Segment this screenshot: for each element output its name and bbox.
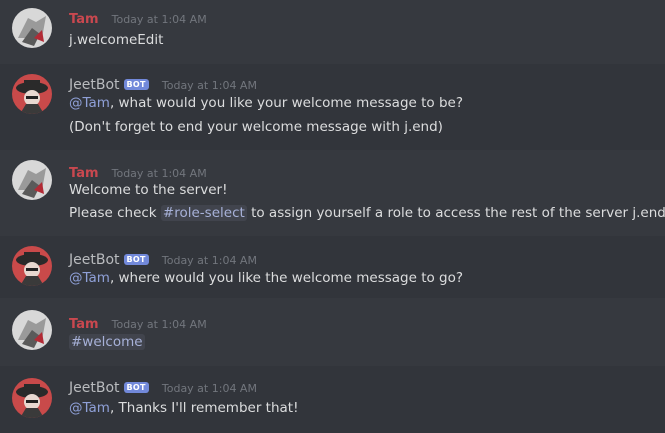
message-tam-3: Tam Today at 1:04 AM #welcome <box>0 298 665 366</box>
message-jeetbot-3: JeetBot BOT Today at 1:04 AM @Tam, Thanks… <box>0 366 665 433</box>
tam-avatar-icon[interactable] <box>12 310 52 350</box>
user-mention[interactable]: @Tam <box>69 400 110 416</box>
message-jeetbot-2: JeetBot BOT Today at 1:04 AM @Tam, where … <box>0 236 665 298</box>
message-timestamp: Today at 1:04 AM <box>111 167 207 180</box>
message-timestamp: Today at 1:04 AM <box>161 382 257 395</box>
bot-badge: BOT <box>123 79 149 90</box>
message-timestamp: Today at 1:04 AM <box>111 318 207 331</box>
username-tam[interactable]: Tam <box>69 317 99 332</box>
user-mention[interactable]: @Tam <box>69 270 110 286</box>
bot-badge: BOT <box>123 382 149 393</box>
message-timestamp: Today at 1:04 AM <box>111 13 207 26</box>
tam-avatar-icon[interactable] <box>12 8 52 48</box>
message-text: (Don't forget to end your welcome messag… <box>69 119 443 135</box>
username-jeetbot[interactable]: JeetBot <box>69 252 120 268</box>
message-text: j.welcomeEdit <box>69 32 164 48</box>
jeetbot-avatar-icon[interactable] <box>12 246 52 286</box>
jeetbot-avatar-icon[interactable] <box>12 74 52 114</box>
message-jeetbot-1: JeetBot BOT Today at 1:04 AM @Tam, what w… <box>0 64 665 150</box>
bot-badge: BOT <box>123 254 149 265</box>
username-tam[interactable]: Tam <box>69 166 99 181</box>
chat-log: Tam Today at 1:04 AM j.welcomeEdit JeetB… <box>0 0 665 433</box>
message-text: @Tam, what would you like your welcome m… <box>69 95 463 111</box>
message-text: #welcome <box>69 334 145 350</box>
username-tam[interactable]: Tam <box>69 12 99 27</box>
message-timestamp: Today at 1:04 AM <box>161 79 257 92</box>
message-text: @Tam, Thanks I'll remember that! <box>69 400 299 416</box>
message-text: Please check #role-select to assign your… <box>69 205 665 221</box>
user-mention[interactable]: @Tam <box>69 95 110 111</box>
message-tam-1: Tam Today at 1:04 AM j.welcomeEdit <box>0 0 665 64</box>
message-timestamp: Today at 1:04 AM <box>161 254 257 267</box>
jeetbot-avatar-icon[interactable] <box>12 378 52 418</box>
channel-mention[interactable]: #role-select <box>160 205 247 221</box>
channel-mention[interactable]: #welcome <box>69 334 145 350</box>
username-jeetbot[interactable]: JeetBot <box>69 77 120 93</box>
username-jeetbot[interactable]: JeetBot <box>69 380 120 396</box>
message-text: Welcome to the server! <box>69 182 228 198</box>
tam-avatar-icon[interactable] <box>12 160 52 200</box>
message-tam-2: Tam Today at 1:04 AM Welcome to the serv… <box>0 150 665 236</box>
message-text: @Tam, where would you like the welcome m… <box>69 270 464 286</box>
